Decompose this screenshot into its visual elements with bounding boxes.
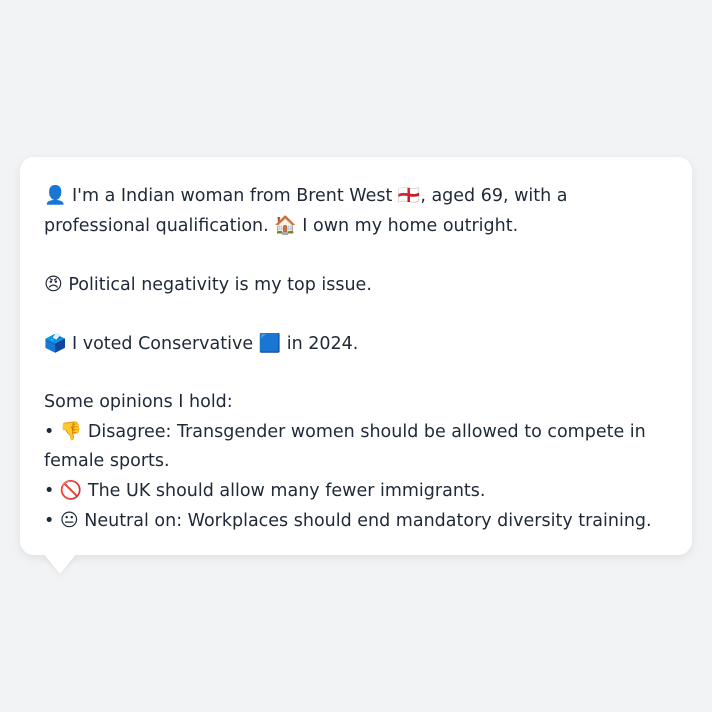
blue-square-icon: 🟦: [258, 333, 282, 354]
opinion-text: The UK should allow many fewer immigrant…: [87, 481, 486, 501]
intro-text-home: I own my home outright.: [302, 216, 519, 236]
ballot-box-icon: 🗳️: [44, 333, 67, 354]
angry-face-icon: 😠: [44, 274, 63, 295]
top-issue-text: Political negativity is my top issue.: [68, 275, 372, 295]
intro-text-origin: I'm a Indian woman from Brent West: [72, 186, 393, 206]
persona-message-bubble: 👤 I'm a Indian woman from Brent West 🏴󠁧󠁢…: [20, 157, 692, 555]
vote-paragraph: 🗳️ I voted Conservative 🟦 in 2024.: [44, 329, 668, 359]
top-issue-paragraph: 😠 Political negativity is my top issue.: [44, 270, 668, 300]
bullet: •: [44, 481, 55, 501]
neutral-face-icon: 😐: [59, 510, 79, 531]
house-icon: 🏠: [274, 215, 297, 236]
thumbs-down-icon: 👎: [59, 421, 83, 442]
intro-paragraph: 👤 I'm a Indian woman from Brent West 🏴󠁧󠁢…: [44, 181, 668, 241]
opinion-item: • 😐 Neutral on: Workplaces should end ma…: [44, 506, 668, 536]
bullet: •: [44, 422, 55, 442]
vote-text: I voted Conservative: [72, 334, 254, 354]
opinions-heading: Some opinions I hold:: [44, 392, 233, 412]
england-flag-icon: 🏴󠁧󠁢󠁥󠁮󠁧󠁿: [397, 185, 421, 206]
vote-year-text: in 2024.: [286, 334, 359, 354]
bullet: •: [44, 511, 55, 531]
opinion-item: • 👎 Disagree: Transgender women should b…: [44, 417, 668, 476]
person-icon: 👤: [44, 185, 67, 206]
opinion-text: Neutral on: Workplaces should end mandat…: [84, 511, 652, 531]
prohibited-icon: 🚫: [59, 480, 83, 501]
opinion-text: Disagree: Transgender women should be al…: [44, 422, 646, 471]
bubble-tail: [43, 553, 77, 574]
opinion-item: • 🚫 The UK should allow many fewer immig…: [44, 476, 668, 506]
